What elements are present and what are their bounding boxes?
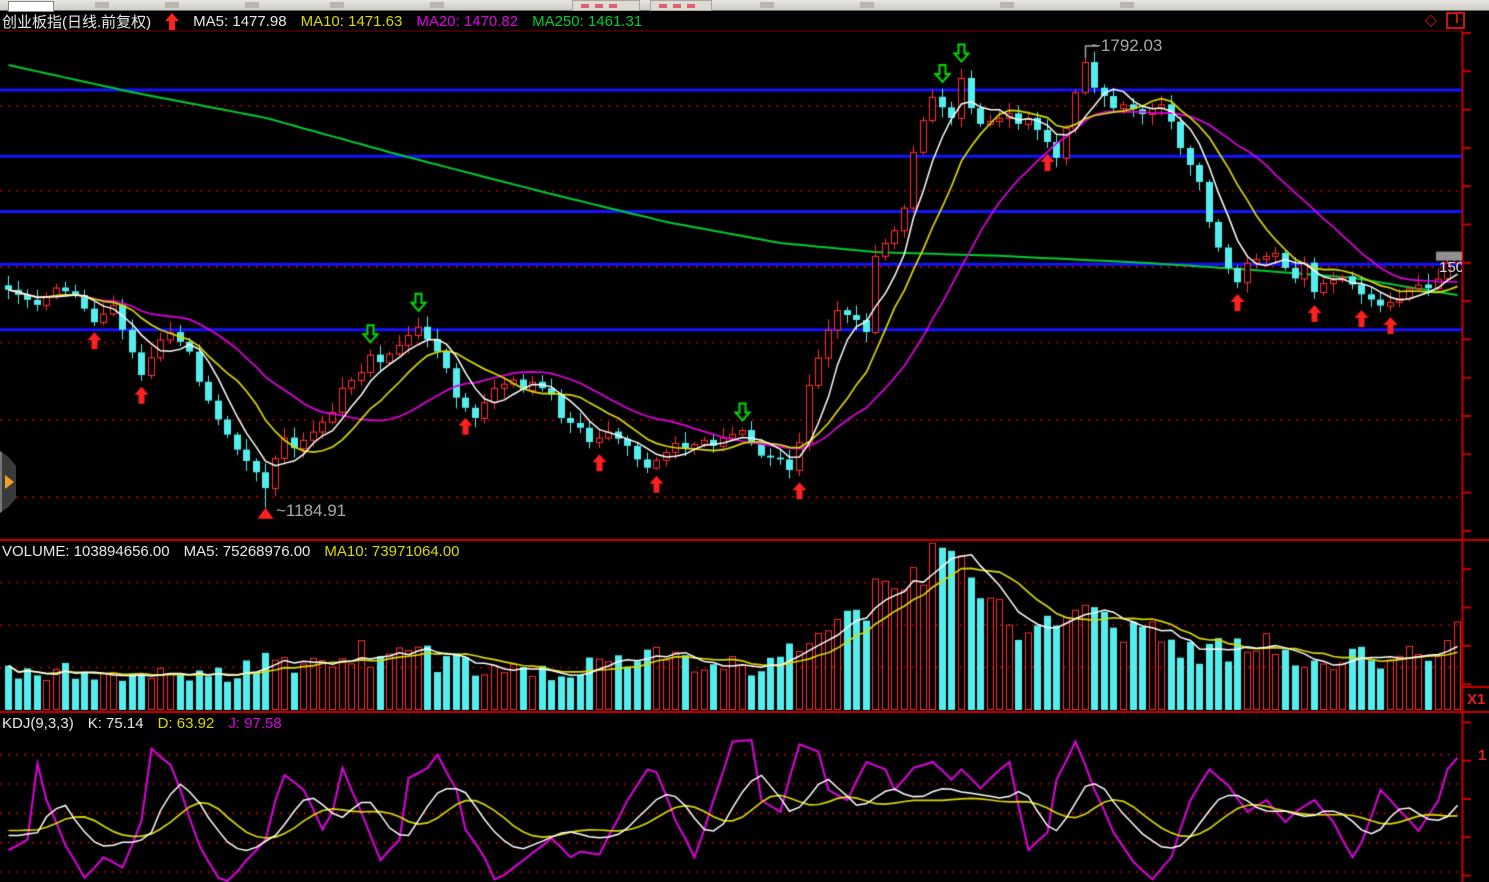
ma20-value: MA20: 1470.82	[416, 13, 518, 30]
toolbar-button-stub[interactable]	[1000, 2, 1014, 8]
toolbar-button-stub[interactable]	[1120, 2, 1134, 8]
expand-arrow-icon	[5, 475, 14, 489]
top-toolbar-clipped	[0, 0, 1489, 11]
toolbar-button-stub[interactable]	[430, 2, 444, 8]
toolbar-button-stub[interactable]	[245, 2, 259, 8]
kdj-k-value: K: 75.14	[88, 715, 144, 732]
kdj-j-value: J: 97.58	[228, 715, 281, 732]
volume-ma10-value: MA10: 73971064.00	[324, 543, 459, 560]
volume-ma5-value: MA5: 75268976.00	[184, 543, 311, 560]
toolbar-quote-button-2[interactable]	[650, 0, 712, 11]
up-arrow-icon	[165, 13, 179, 30]
kdj-axis-label: 1	[1478, 747, 1488, 764]
volume-pane-header: VOLUME: 103894656.00 MA5: 75268976.00 MA…	[2, 542, 460, 560]
trading-terminal: 创业板指(日线.前复权) MA5: 1477.98 MA10: 1471.63 …	[0, 0, 1489, 882]
toolbar-button-stub[interactable]	[860, 2, 874, 8]
ma10-value: MA10: 1471.63	[301, 13, 403, 30]
toolbar-button-stub[interactable]	[760, 2, 774, 8]
volume-axis-multiplier-label: X1	[1467, 691, 1485, 708]
ma5-value: MA5: 1477.98	[193, 13, 286, 30]
chart-canvas[interactable]	[0, 0, 1489, 882]
toolbar-button-stub[interactable]	[330, 2, 344, 8]
toolbar-quote-button-1[interactable]	[572, 0, 640, 11]
last-price-axis-label: 150	[1439, 259, 1462, 276]
toolbar-button-stub[interactable]	[165, 2, 179, 8]
volume-value: VOLUME: 103894656.00	[2, 543, 170, 560]
high-price-annotation: ~1792.03	[1091, 36, 1162, 56]
restore-window-icon[interactable]	[1446, 12, 1465, 29]
pane-window-controls: ◇	[1425, 12, 1465, 29]
kdj-d-value: D: 63.92	[158, 715, 215, 732]
kdj-pane-header: KDJ(9,3,3) K: 75.14 D: 63.92 J: 97.58	[2, 714, 282, 732]
diamond-icon[interactable]: ◇	[1425, 13, 1437, 29]
main-chart-header: 创业板指(日线.前复权) MA5: 1477.98 MA10: 1471.63 …	[2, 11, 642, 31]
toolbar-button-stub[interactable]	[95, 2, 109, 8]
ma250-value: MA250: 1461.31	[532, 13, 642, 30]
low-price-annotation: ~1184.91	[276, 501, 346, 521]
chart-title: 创业板指(日线.前复权)	[2, 11, 151, 32]
kdj-title: KDJ(9,3,3)	[2, 715, 74, 732]
